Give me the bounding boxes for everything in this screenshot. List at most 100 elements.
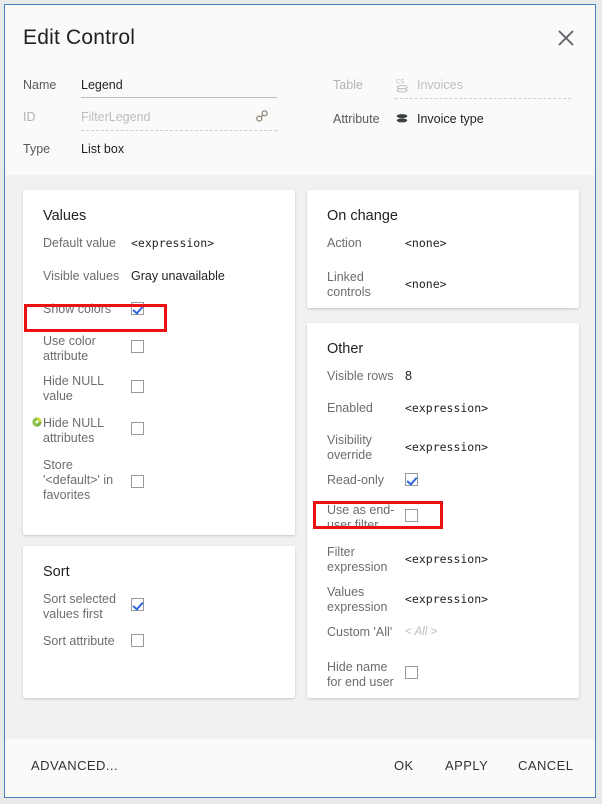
row-label: Hide NULL value (43, 374, 131, 404)
row-value[interactable]: <expression> (405, 440, 488, 455)
dialog-body: Values Default value <expression> Visibl… (5, 175, 595, 739)
row-show-colors: Show colors (23, 302, 295, 334)
advanced-button[interactable]: ADVANCED... (31, 758, 118, 773)
attribute-label: Attribute (333, 110, 380, 126)
row-visible-rows: Visible rows 8 (307, 369, 579, 401)
id-field-label-wrap: ID (23, 108, 36, 124)
row-label: Visible values (43, 269, 131, 284)
row-label: Default value (43, 236, 131, 251)
row-value[interactable]: < All > (405, 625, 437, 640)
row-label: Filter expression (327, 545, 405, 575)
row-hide-name-for-end-user: Hide name for end user (307, 660, 579, 702)
name-underline (81, 97, 277, 98)
row-values-expression: Values expression <expression> (307, 585, 579, 625)
row-label: Action (327, 236, 405, 251)
row-label: Hide NULL attributes (43, 416, 131, 446)
id-label: ID (23, 108, 36, 124)
row-label: Read-only (327, 473, 405, 488)
store-default-favorites-checkbox[interactable] (131, 475, 144, 488)
row-store-default-in-favorites: Store '<default>' in favorites (23, 458, 295, 514)
row-use-as-end-user-filter: Use as end-user filter (307, 503, 579, 545)
row-action: Action <none> (307, 236, 579, 270)
attribute-value-wrap[interactable]: Invoice type (417, 110, 484, 126)
name-input[interactable]: Legend (81, 76, 123, 92)
id-input[interactable]: FilterLegend (81, 108, 151, 124)
cancel-button[interactable]: CANCEL (518, 758, 573, 773)
row-value[interactable]: <expression> (405, 592, 488, 607)
other-panel-rows: Visible rows 8 Enabled <expression> Visi… (307, 369, 579, 702)
row-label-text: Hide NULL attributes (43, 416, 104, 445)
on-change-panel-rows: Action <none> Linked controls <none> (307, 236, 579, 304)
use-as-end-user-filter-checkbox[interactable] (405, 509, 418, 522)
on-change-panel-title: On change (327, 208, 398, 224)
row-linked-controls: Linked controls <none> (307, 270, 579, 304)
hide-name-for-end-user-checkbox[interactable] (405, 666, 418, 679)
row-label: Visible rows (327, 369, 405, 384)
row-label: Sort attribute (43, 634, 131, 649)
row-label: Linked controls (327, 270, 405, 300)
row-value[interactable]: Gray unavailable (131, 269, 225, 284)
row-value[interactable]: <expression> (131, 236, 214, 251)
hide-null-value-checkbox[interactable] (131, 380, 144, 393)
use-color-attribute-checkbox[interactable] (131, 340, 144, 353)
row-value[interactable]: <none> (405, 277, 447, 292)
sort-attribute-checkbox[interactable] (131, 634, 144, 647)
row-label: Visibility override (327, 433, 405, 463)
row-visible-values: Visible values Gray unavailable (23, 269, 295, 302)
sort-selected-values-first-checkbox[interactable] (131, 598, 144, 611)
id-underline (81, 130, 277, 131)
attribute-value: Invoice type (417, 110, 484, 126)
values-panel: Values Default value <expression> Visibl… (23, 190, 295, 535)
row-enabled: Enabled <expression> (307, 401, 579, 433)
row-hide-null-attributes: Hide NULL attributes (23, 416, 295, 458)
values-panel-rows: Default value <expression> Visible value… (23, 236, 295, 514)
type-value-wrap[interactable]: List box (81, 140, 124, 156)
sort-panel-title: Sort (43, 564, 70, 580)
svg-text:CS: CS (396, 80, 404, 86)
row-label: Use color attribute (43, 334, 131, 364)
other-panel-title: Other (327, 341, 363, 357)
row-value[interactable]: <expression> (405, 401, 488, 416)
values-panel-title: Values (43, 208, 86, 224)
row-value[interactable]: 8 (405, 369, 412, 384)
row-value[interactable]: <none> (405, 236, 447, 251)
apply-button[interactable]: APPLY (445, 758, 488, 773)
row-custom-all: Custom 'All' < All > (307, 625, 579, 660)
row-default-value: Default value <expression> (23, 236, 295, 269)
name-value: Legend (81, 76, 123, 92)
ok-button[interactable]: OK (394, 758, 414, 773)
row-label: Show colors (43, 302, 131, 317)
dialog-footer: ADVANCED... OK APPLY CANCEL (5, 739, 595, 797)
show-colors-checkbox[interactable] (131, 302, 144, 315)
row-label: Hide name for end user (327, 660, 405, 690)
row-hide-null-value: Hide NULL value (23, 374, 295, 416)
row-label: Enabled (327, 401, 405, 416)
close-icon[interactable] (553, 25, 579, 51)
row-use-color-attribute: Use color attribute (23, 334, 295, 374)
row-filter-expression: Filter expression <expression> (307, 545, 579, 585)
link-icon[interactable] (255, 109, 269, 123)
table-field-label-wrap: Table (333, 76, 363, 92)
dialog-header-fields: Name Legend ID FilterLegend Type List bo… (5, 67, 595, 175)
row-value[interactable]: <expression> (405, 552, 488, 567)
dialog-title: Edit Control (23, 26, 135, 50)
name-field-label-wrap: Name (23, 76, 56, 92)
attribute-field-label-wrap: Attribute (333, 110, 380, 126)
edit-control-dialog: Edit Control Name Legend ID FilterLegend (4, 4, 596, 798)
table-label: Table (333, 76, 363, 92)
sort-panel: Sort Sort selected values first Sort att… (23, 546, 295, 698)
type-value: List box (81, 140, 124, 156)
type-field-label-wrap: Type (23, 140, 50, 156)
row-label: Sort selected values first (43, 592, 131, 622)
row-sort-selected-values-first: Sort selected values first (23, 592, 295, 634)
row-read-only: Read-only (307, 473, 579, 503)
table-value-wrap[interactable]: Invoices (417, 76, 463, 92)
on-change-panel: On change Action <none> Linked controls … (307, 190, 579, 308)
cs-database-icon: CS (395, 77, 410, 93)
row-label: Use as end-user filter (327, 503, 405, 533)
read-only-checkbox[interactable] (405, 473, 418, 486)
other-panel: Other Visible rows 8 Enabled <expression… (307, 323, 579, 698)
hide-null-attributes-checkbox[interactable] (131, 422, 144, 435)
dialog-titlebar: Edit Control (5, 5, 595, 67)
row-label: Values expression (327, 585, 405, 615)
